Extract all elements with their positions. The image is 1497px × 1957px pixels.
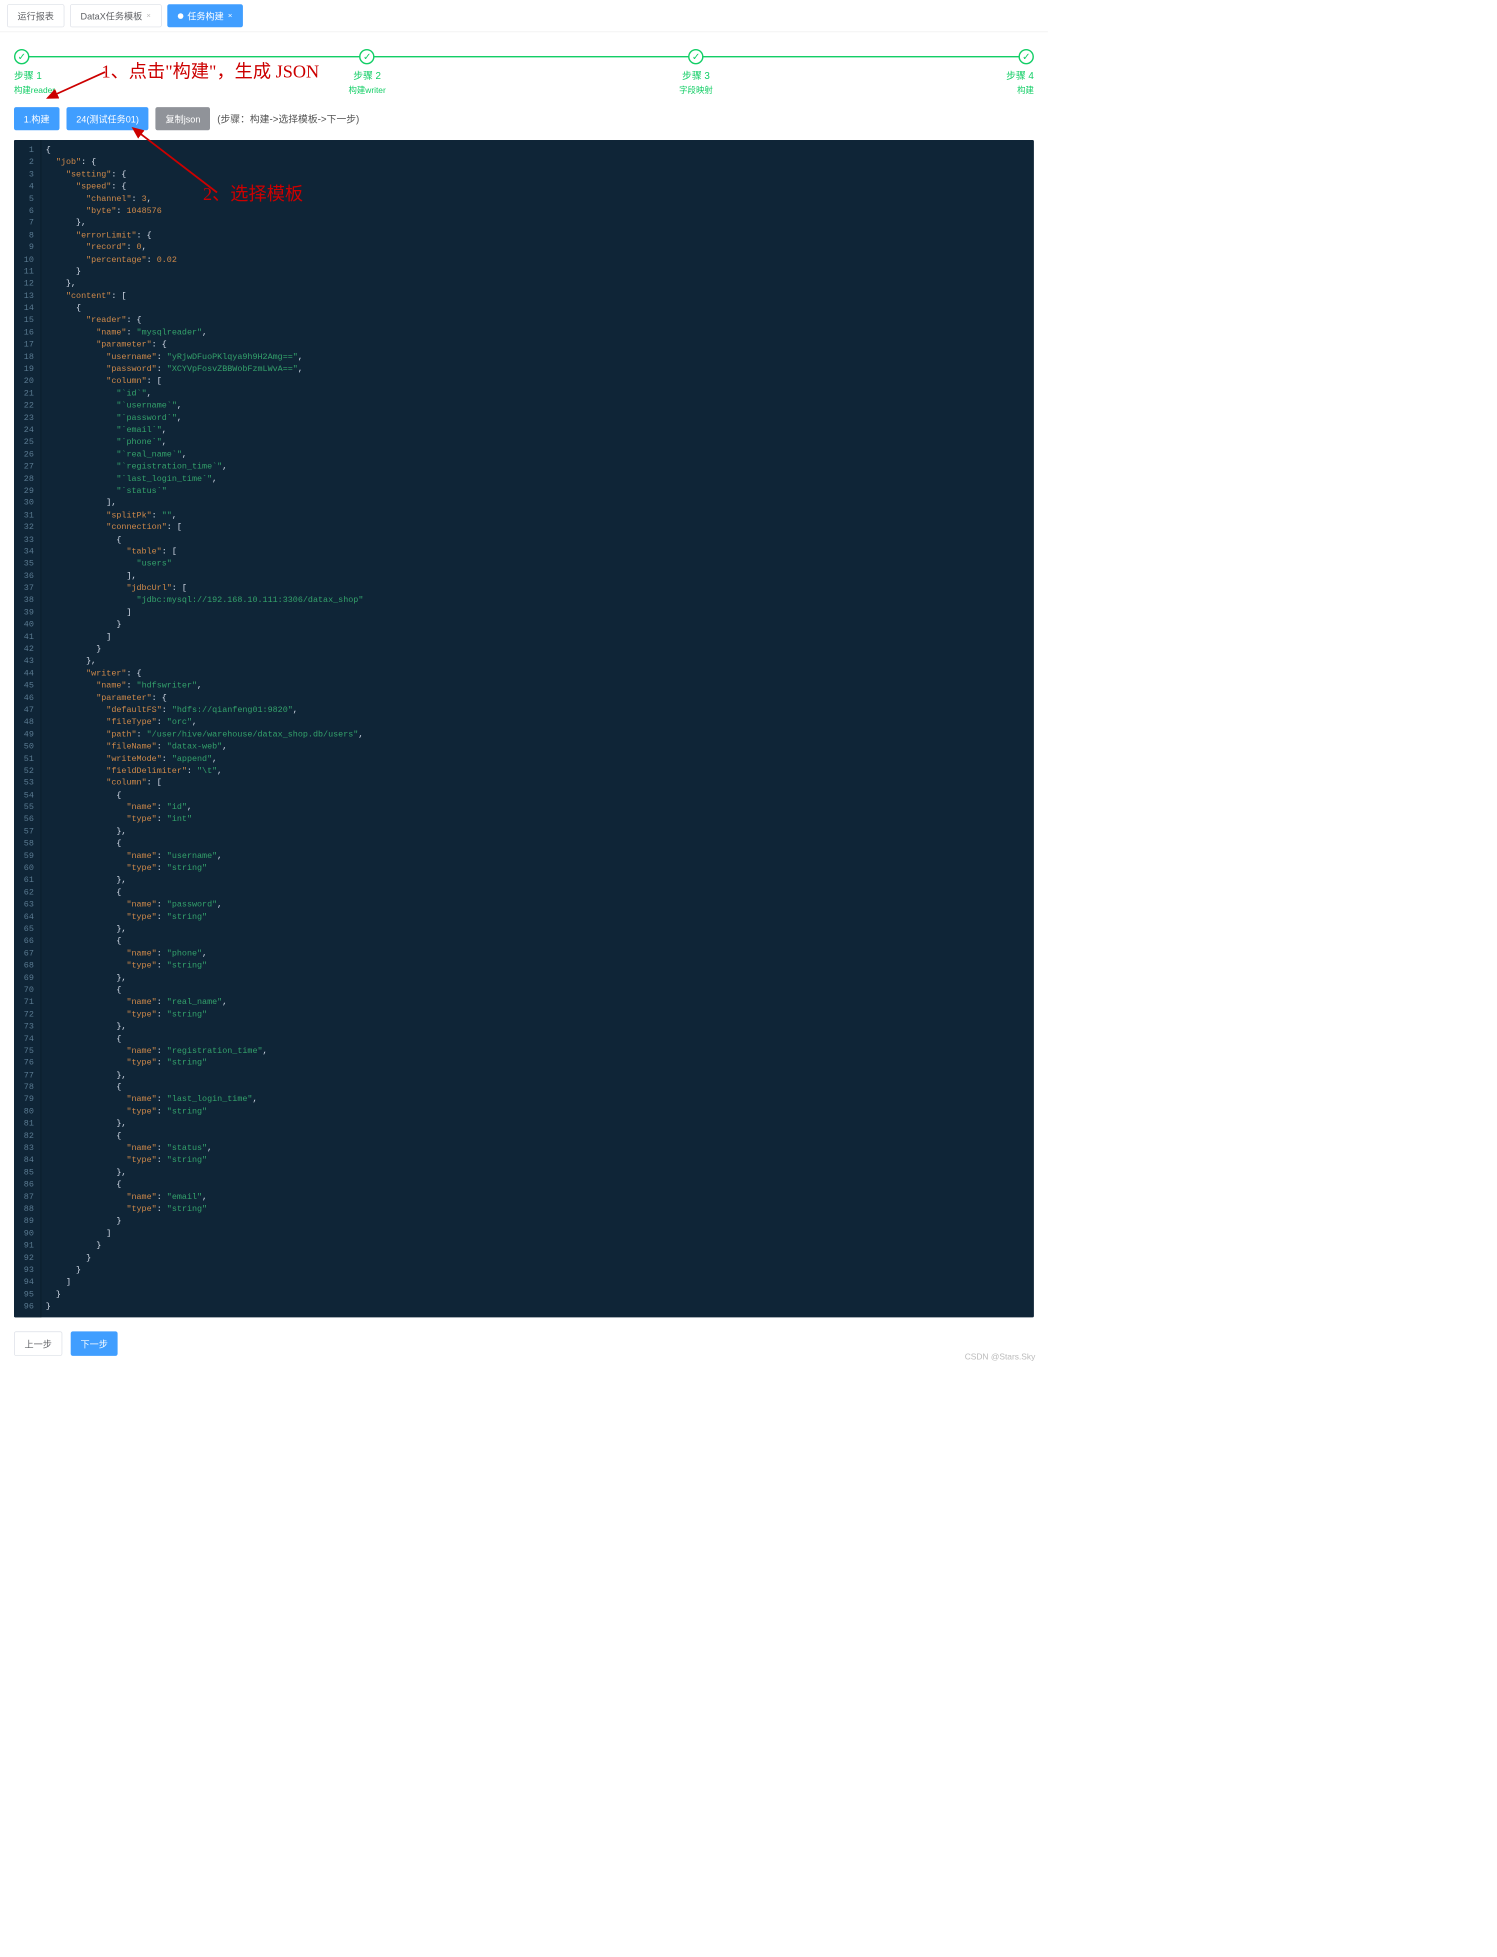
step-2: ✓ 步骤 2 构建writer: [348, 49, 385, 96]
step-1: ✓ 步骤 1 构建reader: [14, 49, 55, 96]
tab-task-build[interactable]: 任务构建×: [167, 4, 243, 27]
step-title: 步骤 2: [353, 69, 381, 83]
step-title: 步骤 1: [14, 69, 42, 83]
step-4: ✓ 步骤 4 构建: [1006, 49, 1034, 96]
step-3: ✓ 步骤 3 字段映射: [679, 49, 713, 96]
next-button[interactable]: 下一步: [71, 1331, 118, 1356]
step-sub: 构建: [1017, 84, 1034, 96]
step-title: 步骤 4: [1006, 69, 1034, 83]
step-sub: 字段映射: [679, 84, 713, 96]
step-title: 步骤 3: [682, 69, 710, 83]
toolbar-hint: (步骤：构建->选择模板->下一步): [217, 112, 359, 126]
check-icon: ✓: [359, 49, 374, 64]
toolbar: 1.构建 24(测试任务01) 复制json (步骤：构建->选择模板->下一步…: [0, 100, 1048, 140]
check-icon: ✓: [14, 49, 29, 64]
tab-bar: 运行报表 DataX任务模板× 任务构建×: [0, 0, 1048, 32]
footer-actions: 上一步 下一步: [0, 1327, 1048, 1370]
dot-icon: [178, 13, 184, 19]
step-sub: 构建writer: [348, 84, 385, 96]
close-icon[interactable]: ×: [146, 12, 151, 20]
json-editor[interactable]: 1 2 3 4 5 6 7 8 9 10 11 12 13 14 15 16 1…: [14, 140, 1034, 1317]
tab-run-report[interactable]: 运行报表: [7, 4, 64, 27]
prev-button[interactable]: 上一步: [14, 1331, 62, 1356]
tab-datax-template[interactable]: DataX任务模板×: [70, 4, 161, 27]
check-icon: ✓: [688, 49, 703, 64]
template-select-button[interactable]: 24(测试任务01): [66, 107, 148, 130]
copy-json-button[interactable]: 复制json: [156, 107, 211, 130]
step-indicator: ✓ 步骤 1 构建reader ✓ 步骤 2 构建writer ✓ 步骤 3 字…: [14, 49, 1034, 96]
line-gutter: 1 2 3 4 5 6 7 8 9 10 11 12 13 14 15 16 1…: [14, 140, 42, 1317]
check-icon: ✓: [1018, 49, 1033, 64]
close-icon[interactable]: ×: [228, 12, 233, 20]
code-content[interactable]: { "job": { "setting": { "speed": { "chan…: [42, 140, 1034, 1317]
step-sub: 构建reader: [14, 84, 55, 96]
watermark: CSDN @Stars.Sky: [965, 1351, 1036, 1361]
build-button[interactable]: 1.构建: [14, 107, 59, 130]
